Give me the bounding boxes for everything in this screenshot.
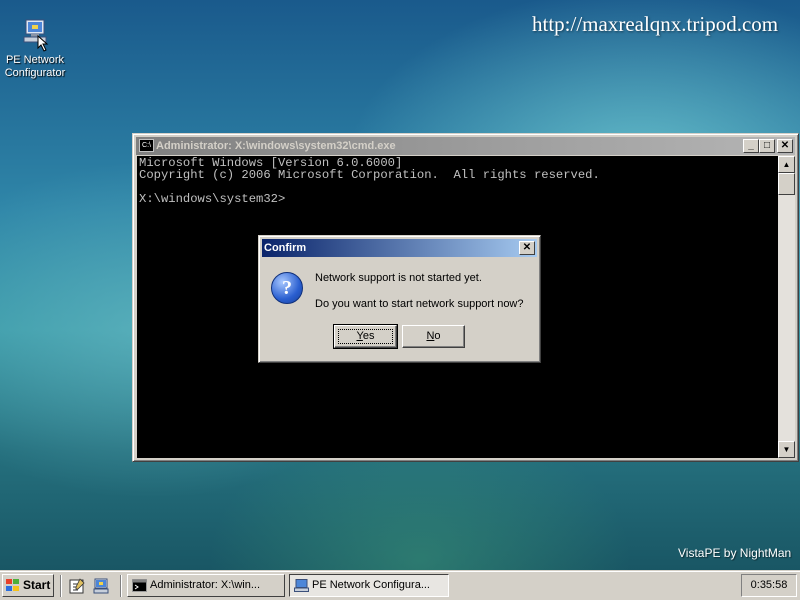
- quick-launch-network-icon[interactable]: [92, 577, 110, 595]
- console-prompt: X:\windows\system32>: [139, 192, 286, 206]
- scroll-down-button[interactable]: ▼: [778, 441, 795, 458]
- dialog-message-line2: Do you want to start network support now…: [315, 298, 524, 310]
- desktop-icon-label-line1: PE Network: [5, 54, 65, 66]
- console-icon[interactable]: C:\: [139, 139, 154, 152]
- dialog-message-line1: Network support is not started yet.: [315, 272, 482, 284]
- quick-launch-notepad-icon[interactable]: [68, 577, 86, 595]
- minimize-button[interactable]: _: [743, 139, 759, 153]
- wallpaper-url-text: http://maxrealqnx.tripod.com: [532, 12, 779, 36]
- system-tray-clock[interactable]: 0:35:58: [741, 574, 797, 597]
- maximize-button[interactable]: □: [759, 139, 775, 153]
- no-button[interactable]: No: [402, 325, 465, 348]
- windows-flag-icon: [6, 579, 20, 592]
- dialog-close-button[interactable]: ✕: [519, 241, 535, 255]
- taskbar-separator: [120, 575, 122, 597]
- dialog-title-bar[interactable]: Confirm ✕: [262, 239, 537, 257]
- no-label-rest: o: [434, 330, 441, 342]
- scroll-up-button[interactable]: ▲: [778, 156, 795, 173]
- scroll-thumb[interactable]: [778, 173, 795, 195]
- yes-button[interactable]: Yes: [333, 324, 398, 349]
- cmd-title-bar[interactable]: C:\ Administrator: X:\windows\system32\c…: [136, 137, 795, 155]
- taskbar-button-label: PE Network Configura...: [312, 579, 430, 591]
- close-button[interactable]: ✕: [777, 139, 793, 153]
- wallpaper-brand-text: VistaPE by NightMan: [678, 546, 792, 560]
- network-config-icon: [18, 18, 52, 52]
- taskbar-button-cmd[interactable]: Administrator: X:\win...: [127, 574, 285, 597]
- start-button[interactable]: Start: [2, 574, 54, 597]
- network-config-icon: [294, 579, 309, 592]
- taskbar-button-pe-network[interactable]: PE Network Configura...: [289, 574, 449, 597]
- focus-rectangle: [338, 329, 393, 344]
- confirm-dialog: Confirm ✕ ? Network support is not start…: [258, 235, 541, 363]
- taskbar: Start Administrator: X:\win... PE Networ…: [0, 570, 800, 600]
- cmd-window-title: Administrator: X:\windows\system32\cmd.e…: [156, 140, 396, 152]
- dialog-title: Confirm: [264, 242, 307, 254]
- desktop-icon-label-line2: Configurator: [4, 67, 66, 79]
- console-line: Copyright (c) 2006 Microsoft Corporation…: [139, 168, 600, 182]
- start-label: Start: [23, 578, 51, 592]
- console-scrollbar[interactable]: ▲ ▼: [778, 156, 795, 458]
- taskbar-separator: [60, 575, 62, 597]
- console-icon: [132, 579, 147, 592]
- question-icon: ?: [271, 272, 303, 304]
- taskbar-button-label: Administrator: X:\win...: [150, 579, 261, 591]
- desktop-icon-pe-network-configurator[interactable]: PE Network Configurator: [2, 18, 68, 80]
